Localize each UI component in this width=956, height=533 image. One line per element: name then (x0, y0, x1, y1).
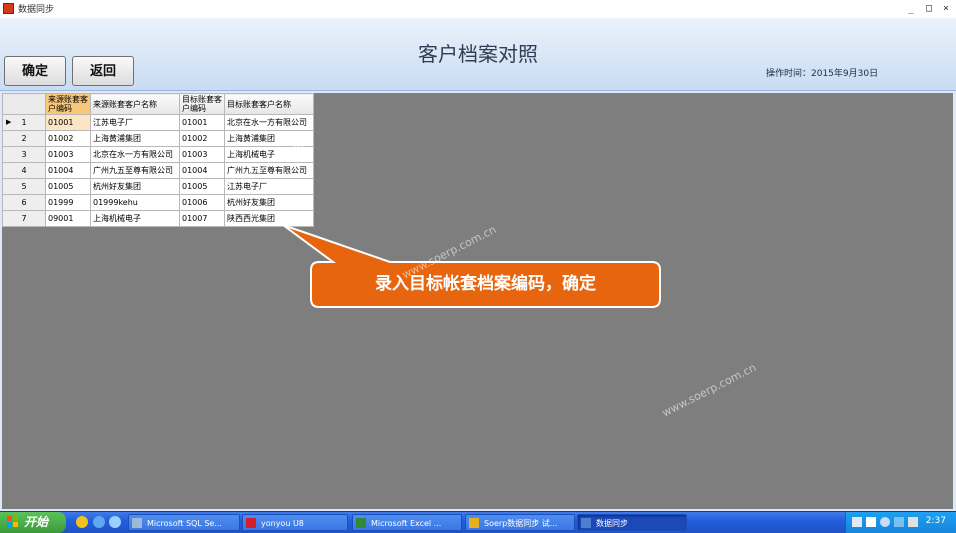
start-label: 开始 (24, 515, 49, 529)
sql-server-icon (132, 518, 142, 528)
task-u8[interactable]: yonyou U8 (242, 514, 348, 531)
desktop-icon[interactable] (109, 516, 121, 528)
callout-text: 录入目标帐套档案编码，确定 (375, 274, 596, 294)
task-label: 数据同步 (596, 519, 628, 528)
soerp-icon (469, 518, 479, 528)
app-window: 数据同步 _ □ × 客户档案对照 操作时间：2015年9月30日 确定 返回 … (0, 0, 956, 511)
task-label: yonyou U8 (261, 519, 304, 528)
task-data-sync[interactable]: 数据同步 (577, 514, 687, 531)
task-excel[interactable]: Microsoft Excel ... (352, 514, 462, 531)
task-soerp[interactable]: Soerp数据同步 试... (465, 514, 575, 531)
start-button[interactable]: 开始 (0, 512, 66, 533)
keyboard-icon[interactable] (852, 517, 862, 527)
task-label: Microsoft Excel ... (371, 519, 442, 528)
quicklaunch-icon[interactable] (76, 516, 88, 528)
u8-icon (246, 518, 256, 528)
volume-icon[interactable] (908, 517, 918, 527)
task-sql-server[interactable]: Microsoft SQL Se... (128, 514, 240, 531)
windows-logo-icon (7, 516, 19, 528)
callout-bubble (282, 224, 661, 308)
clock: 2:37 (925, 516, 946, 526)
app-icon (581, 518, 591, 528)
task-label: Soerp数据同步 试... (484, 519, 558, 528)
excel-icon (356, 518, 366, 528)
system-tray: 2:37 (845, 512, 956, 533)
help-icon[interactable] (866, 517, 876, 527)
ie-icon[interactable] (93, 516, 105, 528)
network-icon[interactable] (894, 517, 904, 527)
task-label: Microsoft SQL Se... (147, 519, 222, 528)
taskbar: 开始 Microsoft SQL Se... yonyou U8 Microso… (0, 511, 956, 533)
lang-icon[interactable] (880, 517, 890, 527)
